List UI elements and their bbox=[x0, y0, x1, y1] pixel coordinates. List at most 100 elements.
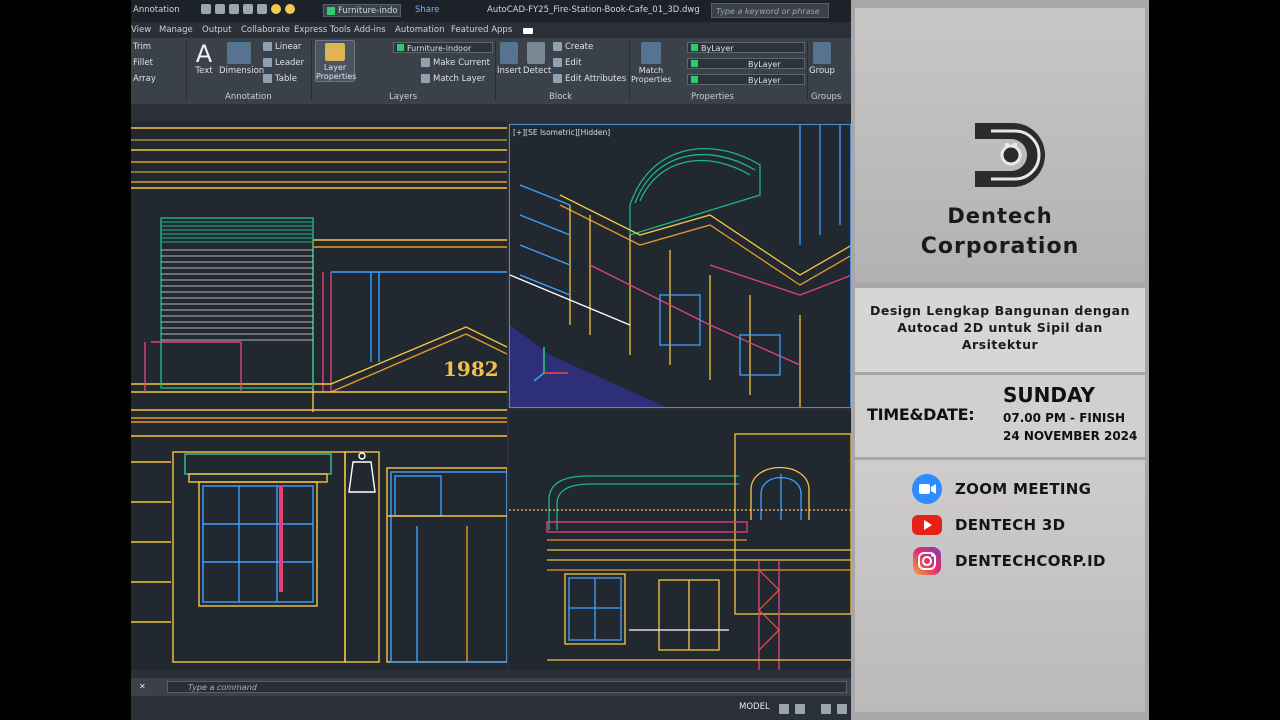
make-current-button[interactable]: Make Current bbox=[421, 58, 490, 68]
front-elevation-drawing bbox=[509, 433, 851, 670]
channel-youtube: DENTECH 3D bbox=[911, 512, 1065, 538]
event-day: SUNDAY bbox=[1003, 383, 1096, 407]
tab-automation[interactable]: Automation bbox=[395, 25, 445, 35]
channel-instagram-label: DENTECHCORP.ID bbox=[955, 552, 1106, 570]
zoom-icon bbox=[912, 474, 942, 504]
undo-icon[interactable] bbox=[243, 4, 253, 14]
text-icon: A bbox=[195, 40, 213, 68]
snap-icon[interactable] bbox=[795, 704, 805, 714]
light-bulb-icon[interactable] bbox=[271, 4, 281, 14]
ortho-icon[interactable] bbox=[821, 704, 831, 714]
tab-add-ins[interactable]: Add-ins bbox=[354, 25, 386, 35]
table-button[interactable]: Table bbox=[263, 74, 297, 84]
ribbon-panel: Trim Fillet Array A Text Dimension Linea… bbox=[131, 38, 851, 104]
workspace-switcher[interactable]: Annotation bbox=[133, 5, 180, 15]
lineweight-dropdown[interactable]: ByLayer bbox=[687, 74, 805, 85]
elevation-drawing: 1982 bbox=[131, 127, 507, 663]
dimension-icon bbox=[227, 42, 251, 64]
text-button[interactable]: A Text bbox=[191, 42, 217, 76]
layer-dropdown[interactable]: Furniture-indoor bbox=[393, 42, 493, 53]
rolling-shutter bbox=[161, 221, 313, 243]
match-properties-icon bbox=[641, 42, 661, 64]
fillet-button[interactable]: Fillet bbox=[133, 58, 153, 68]
open-icon[interactable] bbox=[201, 4, 211, 14]
viewport-isometric[interactable]: [+][SE Isometric][Hidden] bbox=[509, 124, 851, 408]
sun-icon[interactable] bbox=[285, 4, 295, 14]
youtube-icon bbox=[912, 515, 942, 535]
quick-access-icons bbox=[201, 4, 295, 14]
layer-properties-button[interactable]: Layer Properties bbox=[315, 40, 356, 82]
insert-button[interactable]: Insert bbox=[497, 42, 521, 76]
dentech-logo bbox=[975, 123, 1045, 187]
grid-icon[interactable] bbox=[779, 704, 789, 714]
plot-icon[interactable] bbox=[229, 4, 239, 14]
tab-view[interactable]: View bbox=[131, 25, 151, 35]
viewport-label[interactable]: [+][SE Isometric][Hidden] bbox=[513, 128, 610, 137]
command-input[interactable]: Type a command bbox=[167, 681, 847, 693]
event-date: 24 NOVEMBER 2024 bbox=[1003, 429, 1138, 443]
close-icon[interactable]: ✕ bbox=[139, 682, 146, 691]
ribbon-tabs: View Manage Output Collaborate Express T… bbox=[131, 22, 851, 38]
course-card: Design Lengkap Bangunan dengan Autocad 2… bbox=[855, 288, 1145, 372]
model-space-button[interactable]: MODEL bbox=[739, 702, 770, 712]
match-properties-button[interactable]: Match Properties bbox=[631, 42, 671, 84]
quick-layer-select[interactable]: Furniture-indo bbox=[323, 4, 401, 17]
channel-youtube-label: DENTECH 3D bbox=[955, 516, 1066, 534]
polar-icon[interactable] bbox=[837, 704, 847, 714]
insert-icon bbox=[500, 42, 518, 64]
status-bar: MODEL bbox=[131, 698, 851, 720]
viewport-elevation[interactable]: 1982 bbox=[131, 122, 507, 670]
company-name-line1: Dentech bbox=[947, 204, 1053, 228]
color-dropdown[interactable]: ByLayer bbox=[687, 42, 805, 53]
trim-button[interactable]: Trim bbox=[133, 42, 151, 52]
detect-icon bbox=[527, 42, 545, 64]
tab-output[interactable]: Output bbox=[202, 25, 232, 35]
dimension-button[interactable]: Dimension bbox=[219, 42, 264, 76]
quick-access-toolbar: Annotation Furniture-indo Share AutoCAD-… bbox=[131, 0, 851, 22]
tab-manage[interactable]: Manage bbox=[159, 25, 193, 35]
tab-collaborate[interactable]: Collaborate bbox=[241, 25, 290, 35]
viewport-front-elevation[interactable] bbox=[509, 410, 851, 670]
groups-panel-label[interactable]: Groups bbox=[811, 92, 841, 102]
building-year-text: 1982 bbox=[443, 357, 499, 381]
tab-featured-apps[interactable]: Featured Apps bbox=[451, 25, 512, 35]
share-button[interactable]: Share bbox=[415, 5, 440, 15]
event-time: 07.00 PM - FINISH bbox=[1003, 411, 1126, 425]
save-icon[interactable] bbox=[215, 4, 225, 14]
layer-properties-icon bbox=[325, 43, 345, 61]
channel-zoom-label: ZOOM MEETING bbox=[955, 480, 1092, 498]
autocad-window: Annotation Furniture-indo Share AutoCAD-… bbox=[131, 0, 851, 720]
edit-attributes-button[interactable]: Edit Attributes bbox=[553, 74, 626, 84]
channel-instagram: DENTECHCORP.ID bbox=[911, 547, 1106, 575]
company-card: Dentech Corporation bbox=[855, 8, 1145, 283]
group-icon bbox=[813, 42, 831, 64]
layers-panel-label[interactable]: Layers bbox=[389, 92, 417, 102]
promo-panel: Dentech Corporation Design Lengkap Bangu… bbox=[851, 0, 1149, 720]
redo-icon[interactable] bbox=[257, 4, 267, 14]
instagram-icon bbox=[913, 547, 941, 575]
block-panel-label[interactable]: Block bbox=[549, 92, 572, 102]
leader-button[interactable]: Leader bbox=[263, 58, 304, 68]
channels-card: ZOOM MEETING DENTECH 3D DENTECHCORP.ID bbox=[855, 460, 1145, 712]
detect-button[interactable]: Detect bbox=[523, 42, 551, 76]
create-block-button[interactable]: Create bbox=[553, 42, 593, 52]
linear-button[interactable]: Linear bbox=[263, 42, 301, 52]
isometric-drawing bbox=[510, 125, 850, 407]
channel-zoom: ZOOM MEETING bbox=[911, 474, 1092, 504]
command-bar: ✕ Type a command bbox=[131, 678, 851, 696]
course-title: Design Lengkap Bangunan dengan Autocad 2… bbox=[869, 303, 1130, 352]
schedule-card: TIME&DATE: SUNDAY 07.00 PM - FINISH 24 N… bbox=[855, 375, 1145, 457]
company-name-line2: Corporation bbox=[920, 234, 1080, 259]
annotation-panel-label[interactable]: Annotation bbox=[225, 92, 272, 102]
search-input[interactable]: Type a keyword or phrase bbox=[711, 3, 829, 18]
tab-express-tools[interactable]: Express Tools bbox=[294, 25, 351, 35]
properties-panel-label[interactable]: Properties bbox=[691, 92, 734, 102]
edit-block-button[interactable]: Edit bbox=[553, 58, 581, 68]
ribbon-options-icon[interactable] bbox=[523, 28, 533, 34]
file-title: AutoCAD-FY25_Fire-Station-Book-Cafe_01_3… bbox=[487, 5, 700, 15]
array-button[interactable]: Array bbox=[133, 74, 156, 84]
time-date-label: TIME&DATE: bbox=[867, 405, 975, 424]
match-layer-button[interactable]: Match Layer bbox=[421, 74, 485, 84]
linetype-dropdown[interactable]: ByLayer bbox=[687, 58, 805, 69]
group-button[interactable]: Group bbox=[809, 42, 835, 76]
